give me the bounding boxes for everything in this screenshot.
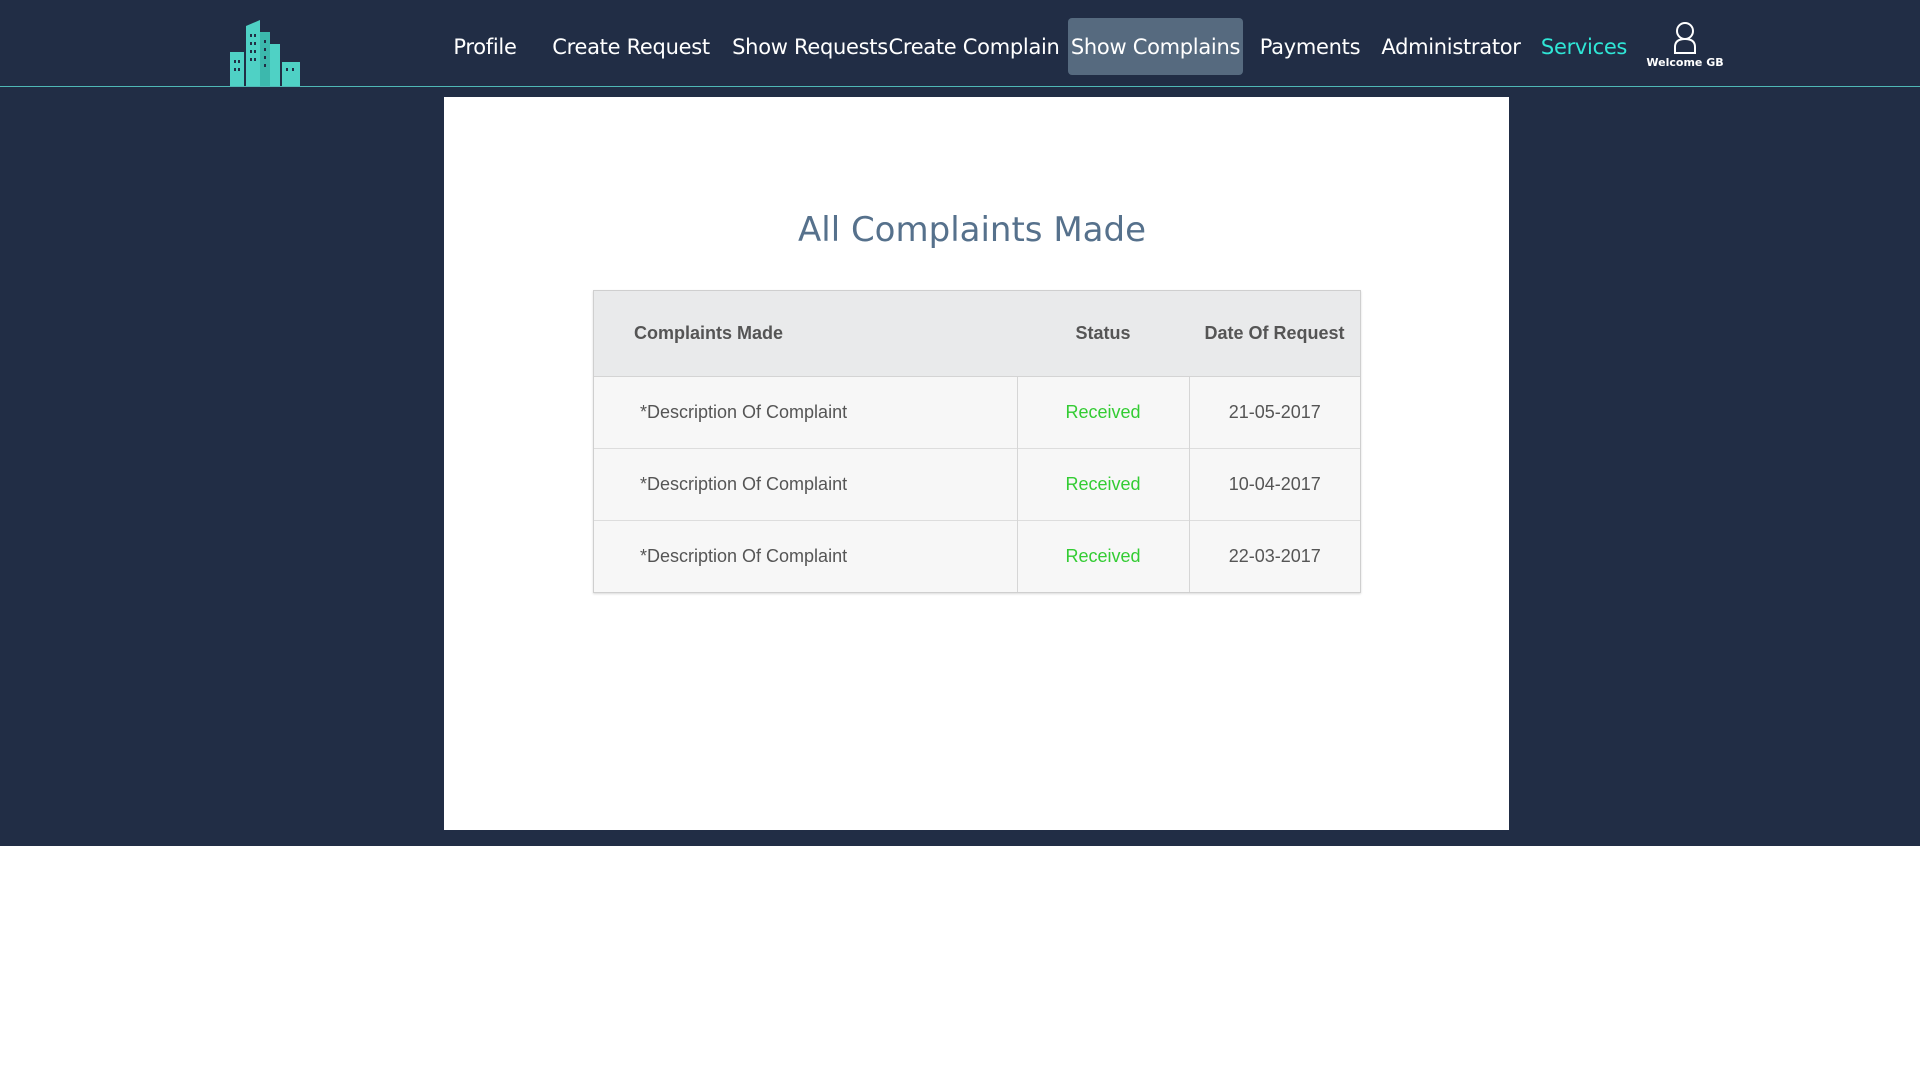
nav-services[interactable]: Services (1541, 18, 1627, 75)
building-logo-icon[interactable] (218, 18, 308, 86)
status-badge: Received (1017, 376, 1190, 449)
request-date: 22-03-2017 (1189, 520, 1360, 592)
complaint-description: *Description Of Complaint (594, 448, 1018, 521)
nav-show-complains[interactable]: Show Complains (1068, 18, 1243, 75)
table-header-row: Complaints Made Status Date Of Request (594, 291, 1360, 377)
nav-create-request[interactable]: Create Request (552, 18, 710, 75)
nav-profile[interactable]: Profile (452, 18, 518, 75)
request-date: 21-05-2017 (1189, 376, 1360, 449)
complaint-description: *Description Of Complaint (594, 376, 1018, 449)
nav-show-requests[interactable]: Show Requests (732, 18, 888, 75)
complaint-description: *Description Of Complaint (594, 520, 1018, 592)
table-row[interactable]: *Description Of Complaint Received 10-04… (594, 448, 1360, 521)
table-row[interactable]: *Description Of Complaint Received 21-05… (594, 376, 1360, 449)
header-complaints-made: Complaints Made (594, 291, 1017, 377)
welcome-caption: Welcome GB (1646, 56, 1724, 69)
user-icon (1674, 22, 1696, 54)
user-menu[interactable]: Welcome GB (1640, 20, 1730, 76)
status-badge: Received (1017, 520, 1190, 592)
header-status: Status (1017, 291, 1189, 377)
nav-payments[interactable]: Payments (1260, 18, 1361, 75)
top-navbar: Profile Create Request Show Requests Cre… (0, 0, 1920, 87)
request-date: 10-04-2017 (1189, 448, 1360, 521)
page-title: All Complaints Made (797, 210, 1146, 250)
table-row[interactable]: *Description Of Complaint Received 22-03… (594, 520, 1360, 592)
nav-create-complain[interactable]: Create Complain (888, 18, 1059, 75)
header-date-of-request: Date Of Request (1189, 291, 1360, 377)
nav-administrator[interactable]: Administrator (1381, 18, 1521, 75)
complaints-table: Complaints Made Status Date Of Request *… (593, 290, 1361, 593)
status-badge: Received (1017, 448, 1190, 521)
